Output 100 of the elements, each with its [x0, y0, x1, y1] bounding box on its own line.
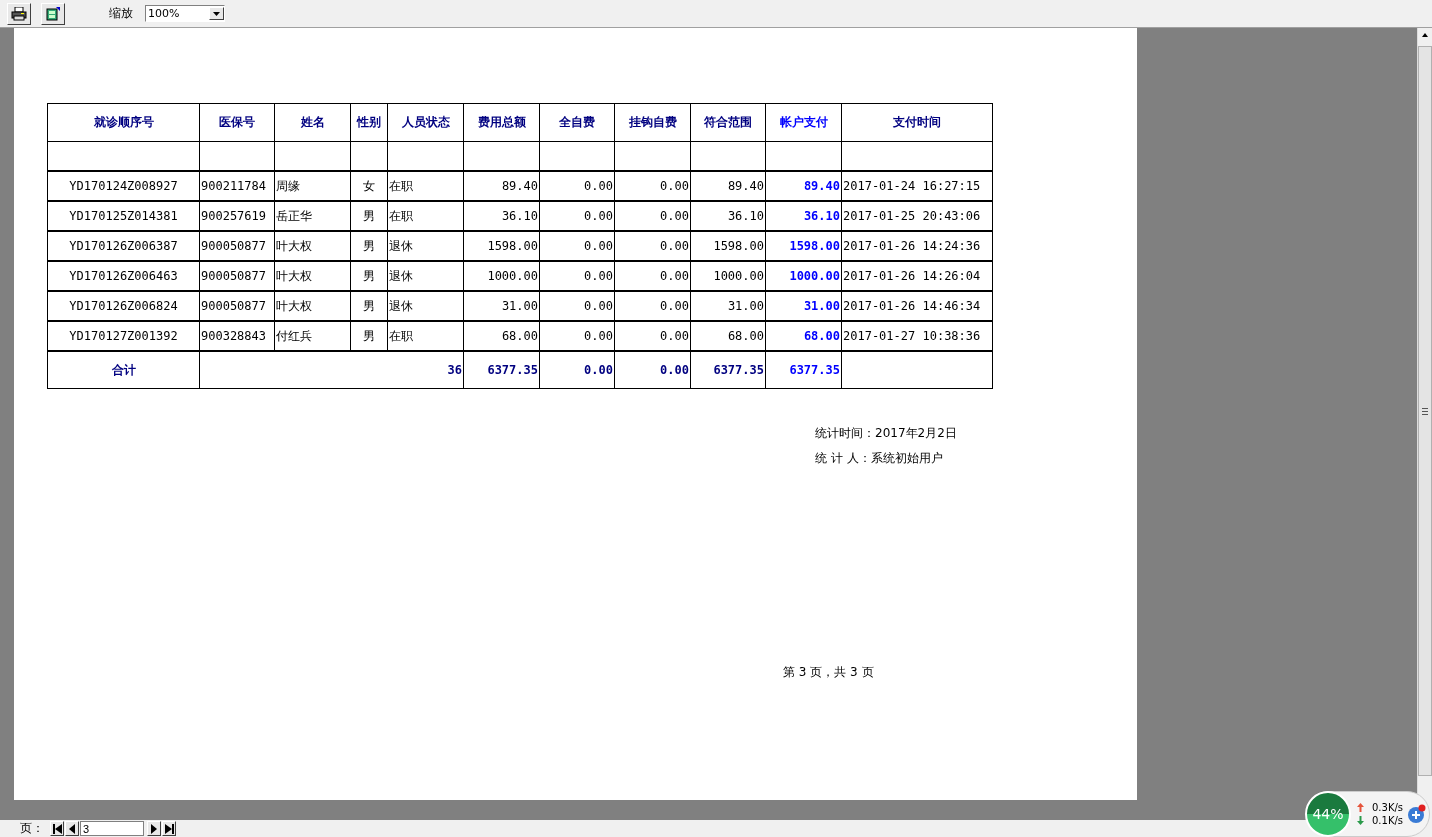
- table-cell: 0.00: [539, 291, 615, 321]
- table-cell: 在职: [387, 171, 464, 201]
- column-header: 挂钩自费: [614, 103, 691, 142]
- next-icon: [151, 823, 157, 834]
- report-note: 统计时间：2017年2月2日: [815, 425, 958, 442]
- table-cell: 男: [350, 291, 388, 321]
- upload-speed: 0.3K/s: [1372, 802, 1404, 813]
- report-note: 统 计 人：系统初始用户: [815, 450, 944, 467]
- table-cell: 叶大权: [274, 261, 351, 291]
- column-header: 支付时间: [841, 103, 993, 142]
- previous-icon: [69, 823, 75, 834]
- column-header: 姓名: [274, 103, 351, 142]
- table-cell: 0.00: [614, 321, 691, 351]
- table-cell: 2017-01-25 20:43:06: [841, 201, 993, 231]
- table-cell: 男: [350, 231, 388, 261]
- table-cell: YD170126Z006387: [47, 231, 200, 261]
- next-page-button[interactable]: [147, 821, 161, 836]
- table-cell: 900050877: [199, 291, 275, 321]
- total-cell: 6377.35: [765, 351, 842, 389]
- zoom-label: 缩放: [109, 5, 133, 22]
- table-cell: 在职: [387, 321, 464, 351]
- table-cell: 女: [350, 171, 388, 201]
- table-cell: 89.40: [463, 171, 540, 201]
- table-cell: 36.10: [690, 201, 766, 231]
- print-button[interactable]: [7, 2, 31, 25]
- table-cell: YD170125Z014381: [47, 201, 200, 231]
- table-cell: 0.00: [539, 321, 615, 351]
- table-cell: 周缘: [274, 171, 351, 201]
- column-header: 性别: [350, 103, 388, 142]
- column-header: 人员状态: [387, 103, 464, 142]
- table-cell: 2017-01-27 10:38:36: [841, 321, 993, 351]
- table-cell: YD170126Z006463: [47, 261, 200, 291]
- table-cell: YD170126Z006824: [47, 291, 200, 321]
- table-cell: 0.00: [614, 261, 691, 291]
- column-header: 费用总额: [463, 103, 540, 142]
- table-cell: 900050877: [199, 261, 275, 291]
- export-button[interactable]: [41, 2, 65, 25]
- last-icon: [164, 823, 174, 834]
- memory-gauge: 44%: [1305, 791, 1351, 837]
- table-cell: 1598.00: [463, 231, 540, 261]
- table-cell: 89.40: [690, 171, 766, 201]
- page-label: 页：: [20, 820, 44, 837]
- table-cell: 31.00: [463, 291, 540, 321]
- table-cell: 叶大权: [274, 231, 351, 261]
- download-speed: 0.1K/s: [1372, 815, 1404, 826]
- table-cell: 89.40: [765, 171, 842, 201]
- upload-arrow-icon: [1357, 803, 1364, 812]
- download-arrow-icon: [1357, 816, 1364, 825]
- table-cell: 68.00: [765, 321, 842, 351]
- table-cell: 36.10: [463, 201, 540, 231]
- column-header: 医保号: [199, 103, 275, 142]
- caret-icon: [213, 11, 220, 16]
- table-cell: 1000.00: [765, 261, 842, 291]
- table-cell: 退休: [387, 231, 464, 261]
- previous-page-button[interactable]: [65, 821, 79, 836]
- total-count: 36: [199, 351, 464, 389]
- table-cell: 31.00: [690, 291, 766, 321]
- zoom-dropdown[interactable]: 100%: [145, 5, 225, 22]
- table-cell: 男: [350, 321, 388, 351]
- table-cell: 2017-01-26 14:24:36: [841, 231, 993, 261]
- table-cell: 0.00: [614, 231, 691, 261]
- column-header: 符合范围: [690, 103, 766, 142]
- table-cell: 0.00: [614, 201, 691, 231]
- column-header: 帐户支付: [765, 103, 842, 142]
- table-cell: 在职: [387, 201, 464, 231]
- table-cell: 0.00: [539, 171, 615, 201]
- table-cell: 900050877: [199, 231, 275, 261]
- table-cell: YD170127Z001392: [47, 321, 200, 351]
- table-cell: 1000.00: [463, 261, 540, 291]
- table-cell: 900328843: [199, 321, 275, 351]
- printer-icon: [11, 6, 27, 21]
- first-page-button[interactable]: [50, 821, 64, 836]
- table-cell: 900257619: [199, 201, 275, 231]
- page-input[interactable]: 3: [80, 821, 144, 836]
- last-page-button[interactable]: [162, 821, 176, 836]
- table-cell: 0.00: [539, 201, 615, 231]
- table-cell: 男: [350, 261, 388, 291]
- page-number: 第 3 页，共 3 页: [783, 664, 874, 681]
- table-cell: 男: [350, 201, 388, 231]
- table-cell: 叶大权: [274, 291, 351, 321]
- network-widget[interactable]: 44% 0.3K/s 0.1K/s: [1306, 791, 1430, 837]
- table-cell: 31.00: [765, 291, 842, 321]
- table-cell: 0.00: [614, 171, 691, 201]
- total-label: 合计: [47, 351, 200, 389]
- plus-icon[interactable]: [1407, 804, 1428, 824]
- table-cell: 1598.00: [765, 231, 842, 261]
- table-cell: 2017-01-26 14:46:34: [841, 291, 993, 321]
- table-cell: 0.00: [539, 231, 615, 261]
- table-cell: 退休: [387, 291, 464, 321]
- notebook-icon: [46, 6, 60, 21]
- table-cell: 68.00: [690, 321, 766, 351]
- table-cell: 退休: [387, 261, 464, 291]
- column-header: 就诊顺序号: [47, 103, 200, 142]
- table-cell: 岳正华: [274, 201, 351, 231]
- table-cell: 68.00: [463, 321, 540, 351]
- scroll-thumb[interactable]: [1418, 46, 1432, 776]
- column-header: 全自费: [539, 103, 615, 142]
- table-cell: 1000.00: [690, 261, 766, 291]
- table-cell: 1598.00: [690, 231, 766, 261]
- table-cell: 36.10: [765, 201, 842, 231]
